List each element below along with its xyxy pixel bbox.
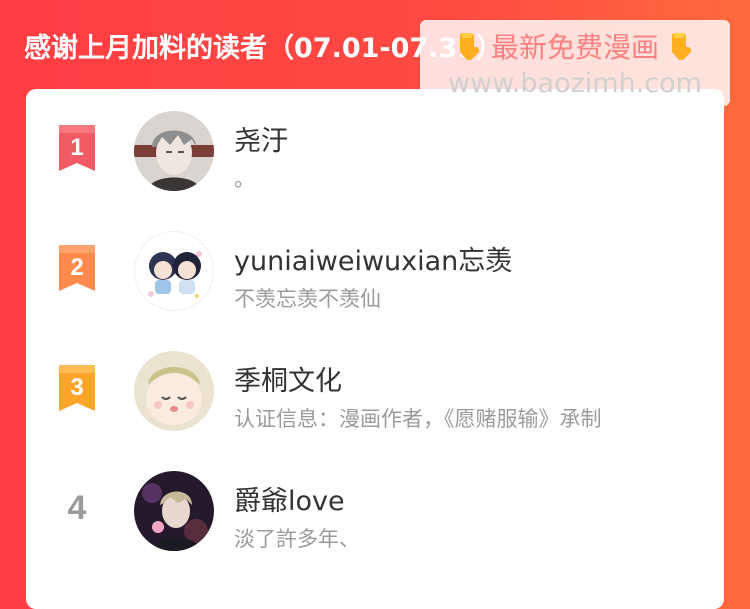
reader-desc: 认证信息：漫画作者，《愿赌服输》承制 [234,407,602,431]
pointing-down-hand-icon [456,31,482,61]
reader-name: yuniaiweiwuxian忘羡 [234,246,513,277]
rank-badge-3: 3 [56,365,98,417]
reader-desc: 不羡忘羡不羡仙 [234,287,381,311]
rank-number: 2 [70,254,83,281]
rank-number: 3 [70,374,83,401]
reader-row[interactable]: 3 季桐文化 认证信息：漫画作者，《愿赌服输》承制 [26,341,724,441]
avatar-chibi-pair-icon[interactable] [134,231,214,311]
avatar-baby-face-icon[interactable] [134,351,214,431]
pointing-down-hand-icon [668,31,694,61]
watermark-banner: 最新免费漫画 www.baozimh.com [420,20,730,106]
reader-name: 季桐文化 [234,366,342,397]
watermark-line1: 最新免费漫画 [420,28,730,68]
rank-badge-1: 1 [56,125,98,177]
reader-desc: 。 [234,167,255,191]
watermark-url: www.baozimh.com [448,68,702,99]
rank-number: 1 [70,134,83,161]
reader-row[interactable]: 1 尧汙 。 [26,101,724,201]
avatar-dark-boy-icon[interactable] [134,471,214,551]
rank-badge-2: 2 [56,245,98,297]
reader-name: 爵爺love [234,486,345,517]
reader-row[interactable]: 2 yuniaiweiwuxian忘羡 不羡忘羡不羡仙 [26,221,724,321]
reader-desc: 淡了許多年、 [234,527,360,551]
rank-number: 4 [67,489,87,527]
reader-name: 尧汙 [234,126,288,157]
watermark-text1: 最新免费漫画 [490,31,659,64]
reader-list-card: 1 尧汙 。 2 yuniaiweiwuxian忘羡 不羡忘羡不羡仙 3 季桐文… [26,89,724,609]
reader-row[interactable]: 4 爵爺love 淡了許多年、 [26,461,724,561]
avatar-gray-hair-boy-icon[interactable] [134,111,214,191]
